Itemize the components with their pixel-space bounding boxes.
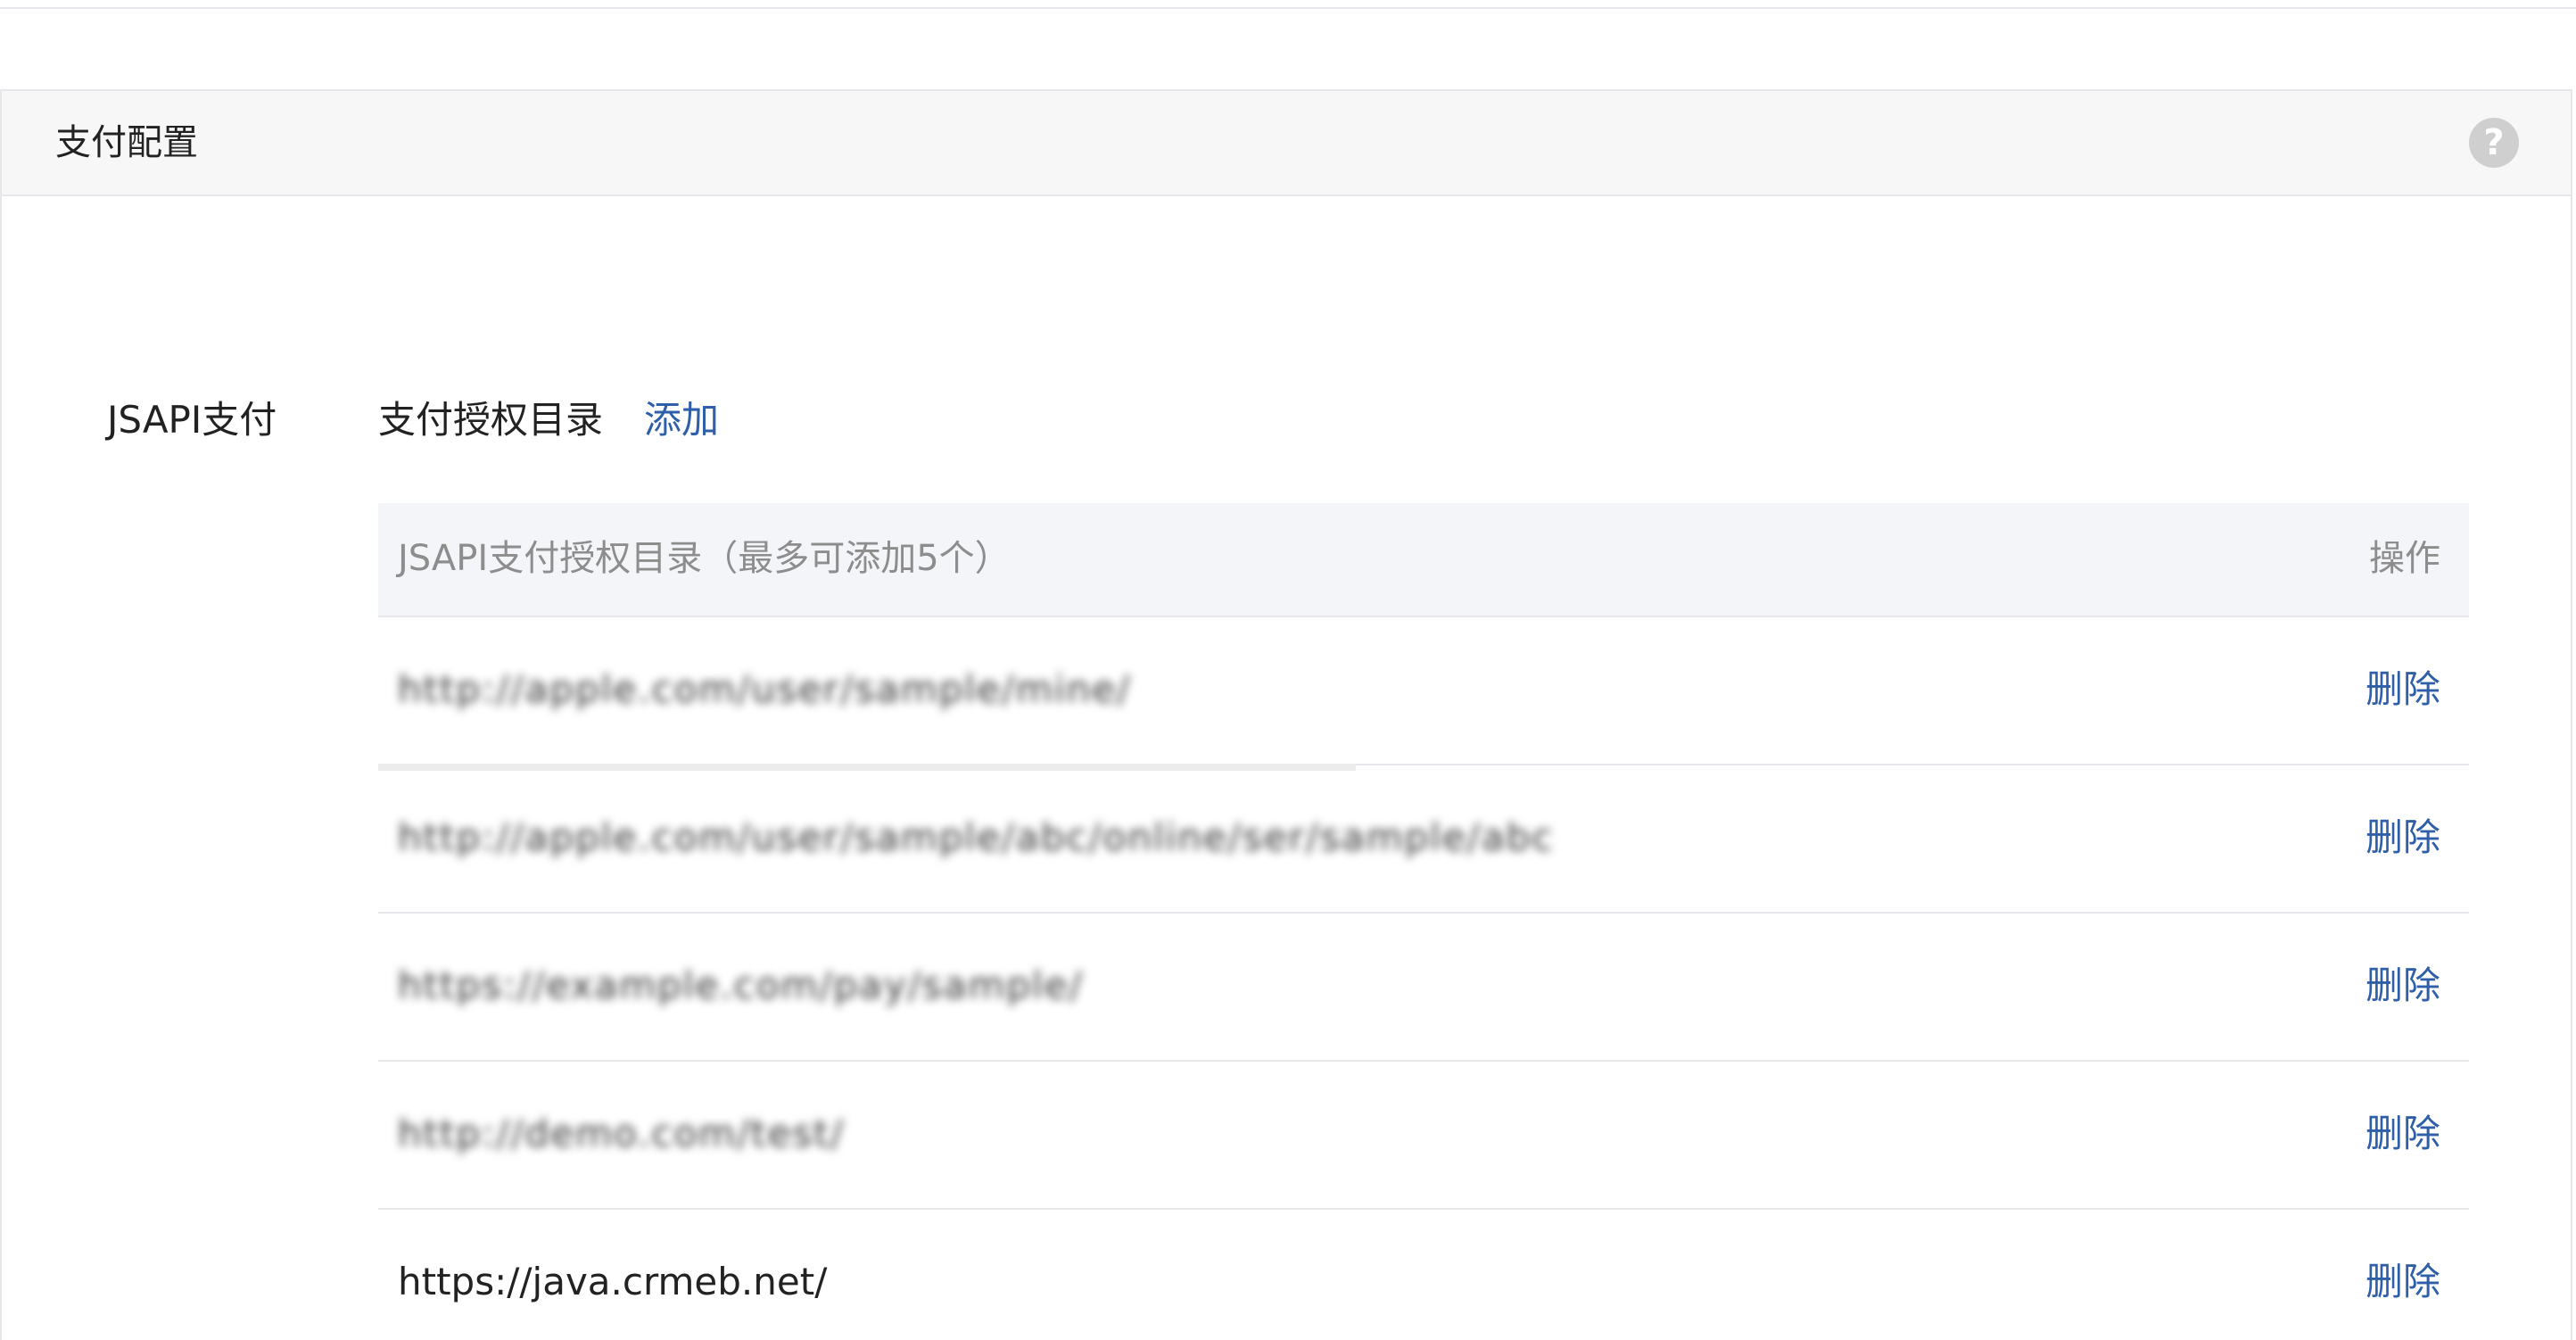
directory-url: http://demo.com/test/ bbox=[398, 1112, 846, 1155]
directory-url: https://java.crmeb.net/ bbox=[398, 1260, 828, 1303]
table-row: https://example.com/pay/sample/ 删除 bbox=[378, 914, 2469, 1062]
payment-config-panel: 支付配置 ? JSAPI支付 支付授权目录 添加 JSAPI支付授权目录（最多可… bbox=[0, 89, 2572, 1340]
table-row: http://demo.com/test/ 删除 bbox=[378, 1062, 2469, 1210]
table-row: http://apple.com/user/sample/mine/ 删除 bbox=[378, 617, 2469, 771]
table-row: http://apple.com/user/sample/abc/online/… bbox=[378, 765, 2469, 914]
directory-url: http://apple.com/user/sample/abc/online/… bbox=[398, 815, 1555, 859]
table-header-title: JSAPI支付授权目录（最多可添加5个） bbox=[398, 538, 1011, 579]
jsapi-section-label: JSAPI支付 bbox=[107, 398, 277, 442]
table-header-action: 操作 bbox=[2369, 538, 2440, 579]
table-header: JSAPI支付授权目录（最多可添加5个） 操作 bbox=[378, 503, 2469, 617]
delete-link[interactable]: 删除 bbox=[2365, 964, 2440, 1008]
panel-header: 支付配置 ? bbox=[2, 91, 2571, 196]
directory-url: http://apple.com/user/sample/mine/ bbox=[398, 667, 1132, 711]
question-circle-icon[interactable]: ? bbox=[2469, 118, 2519, 168]
delete-link[interactable]: 删除 bbox=[2365, 815, 2440, 860]
payment-config-page: 支付配置 ? JSAPI支付 支付授权目录 添加 JSAPI支付授权目录（最多可… bbox=[0, 0, 2576, 1340]
table-row: https://java.crmeb.net/ 删除 bbox=[378, 1210, 2469, 1340]
add-directory-link[interactable]: 添加 bbox=[644, 398, 719, 443]
delete-link[interactable]: 删除 bbox=[2365, 1260, 2440, 1304]
delete-link[interactable]: 删除 bbox=[2365, 1112, 2440, 1156]
panel-title: 支付配置 bbox=[55, 122, 198, 163]
payment-directory-label: 支付授权目录 bbox=[378, 398, 604, 442]
payment-directory-table: JSAPI支付授权目录（最多可添加5个） 操作 http://apple.com… bbox=[378, 503, 2469, 1340]
top-divider bbox=[0, 0, 2576, 9]
delete-link[interactable]: 删除 bbox=[2365, 667, 2440, 712]
directory-url: https://example.com/pay/sample/ bbox=[398, 964, 1084, 1007]
